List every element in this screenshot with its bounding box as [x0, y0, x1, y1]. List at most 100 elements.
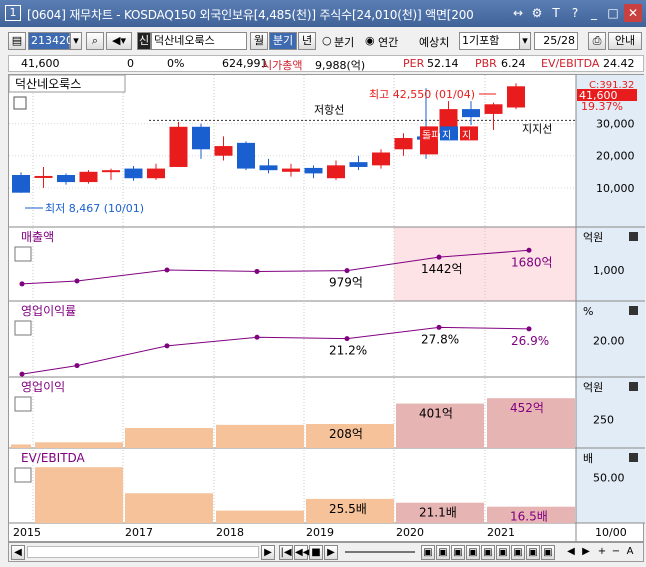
radio-annual-label[interactable]: 연간 [378, 34, 398, 50]
series-point [344, 268, 350, 274]
zoom-out-icon[interactable]: − [609, 545, 623, 560]
financial-chart[interactable]: 30,00020,00010,000저항선지지선돌파 지 지최고 42,550 (0… [8, 74, 645, 543]
tool2-icon[interactable]: ▣ [436, 545, 450, 560]
tool5-icon[interactable]: ▣ [481, 545, 495, 560]
tool4-icon[interactable]: ▣ [466, 545, 480, 560]
x-tick-label: 2018 [216, 526, 244, 539]
pbr-label: PBR [475, 57, 497, 70]
point-label: 21.2% [329, 344, 367, 358]
pan-right-icon[interactable]: ▶ [579, 545, 593, 560]
price-change: 0 [127, 57, 134, 70]
signal-badge-text: 지 [442, 129, 451, 141]
top-index-label: C:391.32 [589, 80, 634, 91]
panel-unit: 억원 [583, 231, 603, 244]
stock-title: 덕산네오룩스 [15, 77, 81, 91]
btn-month[interactable]: 월 [250, 32, 268, 50]
stock-name-field[interactable]: 덕산네오룩스 [151, 32, 247, 50]
zoom-slider[interactable] [345, 551, 415, 553]
panel-title: EV/EBITDA [21, 451, 86, 465]
next-icon[interactable]: ▶ [324, 545, 338, 560]
price-tick-label: 10,000 [596, 182, 635, 195]
candle-body [79, 171, 98, 183]
minimize-icon[interactable]: _ [586, 4, 602, 22]
save-icon[interactable]: ▤ [8, 32, 26, 50]
candle-body [102, 170, 120, 173]
page-indicator: 25/28 [534, 32, 578, 50]
link-icon[interactable]: ↔ [510, 4, 526, 22]
tool7-icon[interactable]: ▣ [511, 545, 525, 560]
stock-code-input[interactable]: 213420 [28, 32, 73, 50]
price-tick-label: 20,000 [596, 150, 635, 163]
bottom-toolbar: ◀ ▶ |◀ ◀◀ ■ ▶ ▣ ▣ ▣ ▣ ▣ ▣ ▣ ▣ ▣ ◀ ▶ + − … [8, 542, 644, 562]
radio-quarter-label[interactable]: 분기 [334, 34, 354, 50]
font-size-icon[interactable]: A [623, 545, 637, 560]
series-point [19, 371, 25, 377]
tool9-icon[interactable]: ▣ [541, 545, 555, 560]
panel-tick-label: 1,000 [593, 264, 625, 277]
panel-tick-label: 20.00 [593, 335, 625, 348]
point-label: 26.9% [511, 334, 549, 348]
maximize-icon[interactable]: □ [605, 4, 621, 22]
help-icon[interactable]: ? [567, 4, 583, 22]
price-tick-label: 30,000 [596, 118, 635, 131]
series-point [436, 324, 442, 330]
window-title: [0604] 재무차트 - KOSDAQ150 외국인보유[4,485(천)] … [27, 8, 474, 22]
btn-year[interactable]: 년 [298, 32, 316, 50]
candle-body [12, 175, 30, 193]
series-point [344, 336, 350, 342]
guide-button[interactable]: 안내 [608, 32, 642, 50]
panel-chart-icon [14, 467, 32, 483]
candle-body [124, 168, 143, 179]
speaker-icon[interactable]: ◀▾ [106, 32, 132, 50]
candle-body [169, 126, 188, 167]
panel-close-icon [629, 306, 638, 315]
mcap-value: 9,988(억) [315, 59, 366, 72]
candle-body [304, 167, 323, 174]
font-icon[interactable]: T [548, 4, 564, 22]
window-number: 1 [5, 5, 21, 21]
print-icon[interactable]: ⎙ [588, 32, 606, 50]
toolbar: ▤ 213420 ▾ ⌕ ◀▾ 신 덕산네오룩스 월 분기 년 ○ 분기 ◉ 연… [0, 29, 646, 53]
panel-close-icon [629, 453, 638, 462]
per-value: 52.14 [427, 57, 459, 70]
code-dropdown-icon[interactable]: ▾ [70, 32, 82, 50]
low-annotation: 최저 8,467 (10/01) [45, 202, 144, 215]
radio-annual-icon[interactable]: ◉ [365, 34, 375, 47]
scroll-right-icon[interactable]: ▶ [261, 545, 275, 560]
panel-tick-label: 50.00 [593, 472, 625, 485]
pan-left-icon[interactable]: ◀ [564, 545, 578, 560]
candle-body [372, 152, 390, 166]
tool1-icon[interactable]: ▣ [421, 545, 435, 560]
x-tick-label: 2021 [487, 526, 515, 539]
tool6-icon[interactable]: ▣ [496, 545, 510, 560]
prev-icon[interactable]: ◀◀ [294, 545, 310, 560]
tool3-icon[interactable]: ▣ [451, 545, 465, 560]
zoom-in-icon[interactable]: + [595, 545, 609, 560]
first-icon[interactable]: |◀ [279, 545, 293, 560]
chart-area[interactable]: 30,000 20,000 10,000 저항선 지지선 돌파 지 지 최고 42,550 (0… [8, 74, 645, 543]
settings-icon[interactable]: ⚙ [529, 4, 545, 22]
search-icon[interactable]: ⌕ [86, 32, 104, 50]
estimate-dropdown-icon[interactable]: ▾ [519, 32, 531, 50]
window-controls: ↔ ⚙ T ? _ □ ✕ [510, 4, 642, 22]
panel-close-icon [629, 382, 638, 391]
volume: 624,991 [222, 57, 268, 70]
candle-body [57, 175, 75, 183]
panel-title: 영업이익 [21, 380, 65, 394]
tool8-icon[interactable]: ▣ [526, 545, 540, 560]
panel-unit: 억원 [583, 381, 603, 394]
estimate-select[interactable]: 1기포함 [459, 32, 521, 50]
candle-body [237, 142, 255, 169]
candle-body [192, 126, 210, 150]
scroll-left-icon[interactable]: ◀ [11, 545, 25, 560]
radio-quarter-icon[interactable]: ○ [322, 34, 332, 47]
series-point [19, 281, 25, 287]
scrollbar-track[interactable] [27, 546, 259, 558]
series-point [526, 247, 532, 253]
bar-mark [216, 510, 304, 523]
panel-close-icon [629, 232, 638, 241]
close-icon[interactable]: ✕ [624, 4, 642, 22]
stop-icon[interactable]: ■ [309, 545, 323, 560]
candle-body [214, 146, 233, 156]
btn-quarter[interactable]: 분기 [269, 32, 297, 50]
